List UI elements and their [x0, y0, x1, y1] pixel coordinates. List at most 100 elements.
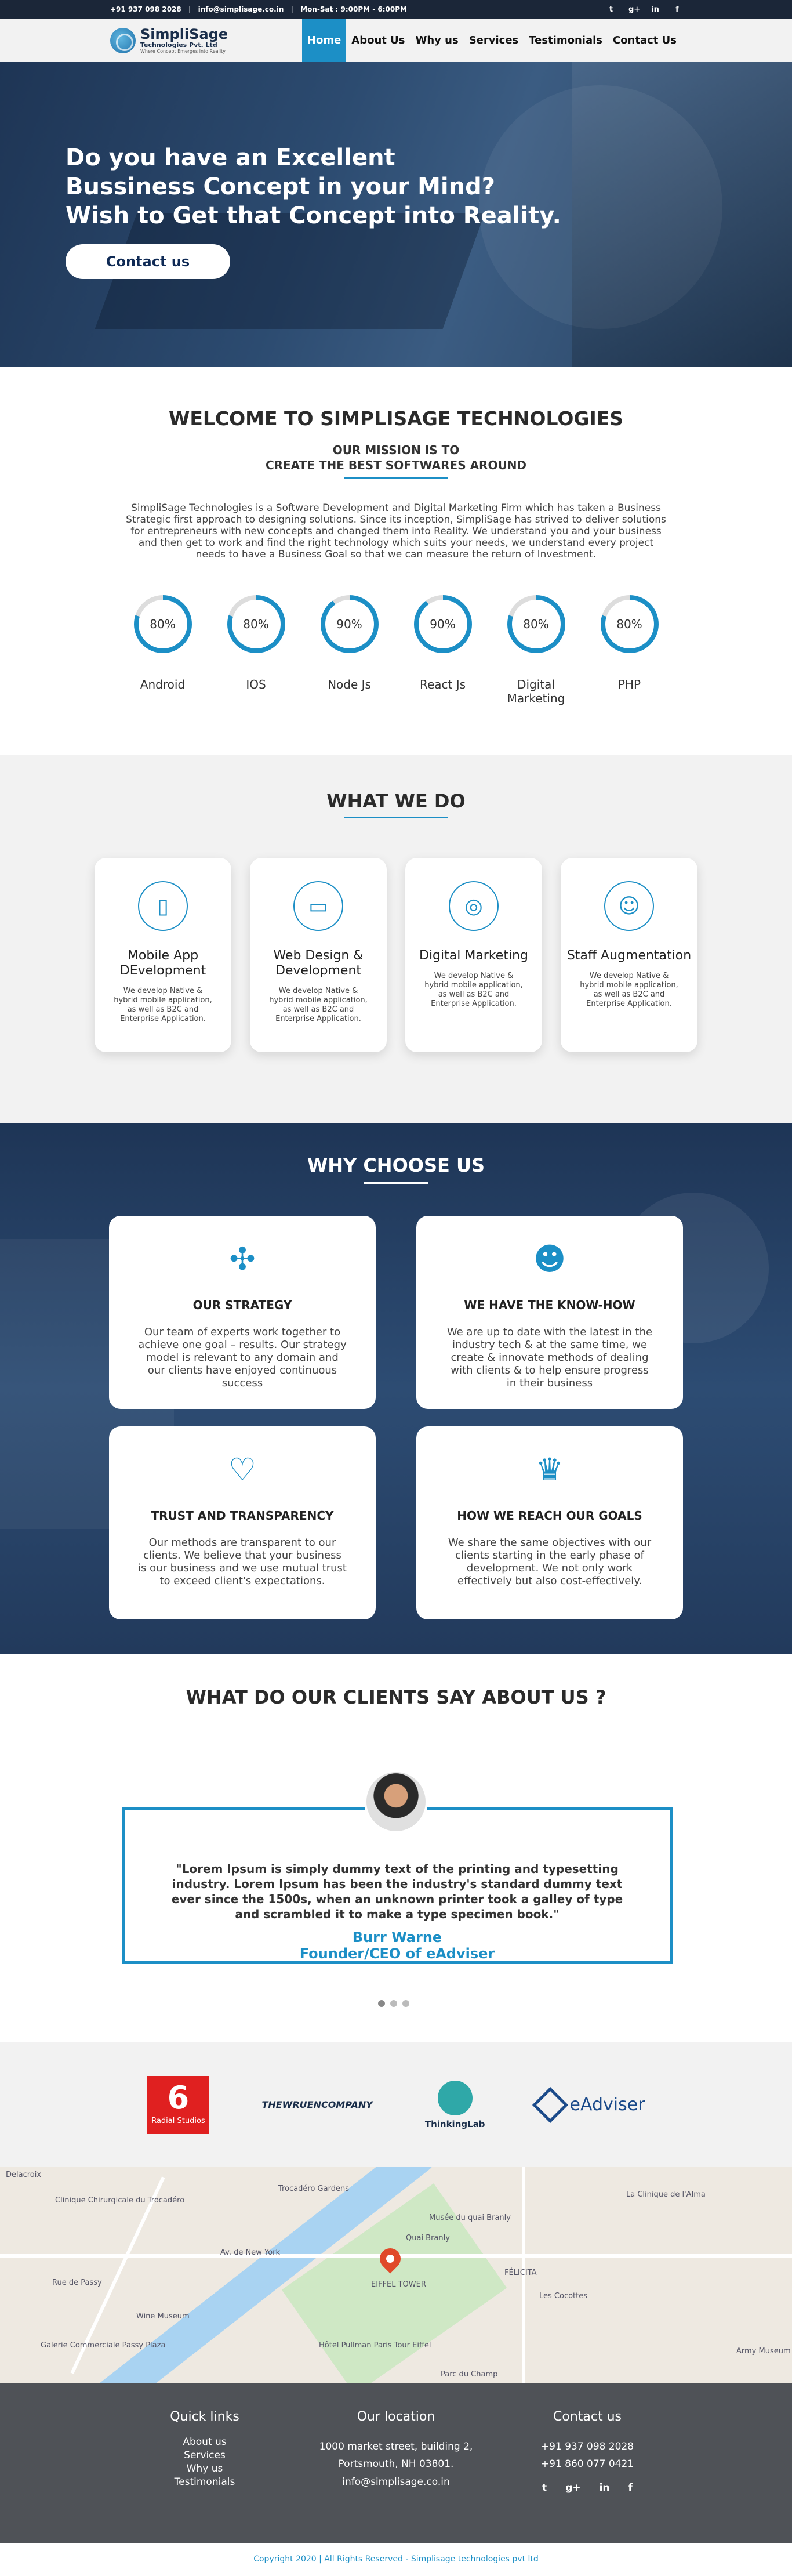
puzzle-icon: ✣: [229, 1241, 256, 1277]
map-label: Rue de Passy: [52, 2278, 102, 2287]
why-grid: ✣ OUR STRATEGY Our team of experts work …: [109, 1216, 683, 1619]
google-plus-icon[interactable]: g+: [628, 5, 640, 14]
twitter-icon[interactable]: t: [606, 5, 616, 14]
location-map[interactable]: Trocadéro Gardens Musée du quai Branly E…: [0, 2167, 792, 2383]
navbar: SimpliSage Technologies Pvt. Ltd Where C…: [0, 19, 792, 62]
carousel-dot[interactable]: [390, 2000, 397, 2007]
map-label: Quai Branly: [406, 2234, 450, 2242]
facebook-icon[interactable]: f: [673, 5, 682, 14]
service-card[interactable]: ◎ Digital Marketing We develop Native & …: [405, 858, 542, 1052]
map-label: Trocadéro Gardens: [278, 2184, 349, 2193]
testimonials-section: WHAT DO OUR CLIENTS SAY ABOUT US ? "Lore…: [0, 1654, 792, 2042]
about-paragraph: SimpliSage Technologies is a Software De…: [126, 502, 666, 560]
monitor-icon: ▭: [293, 881, 343, 931]
why-title: WHY CHOOSE US: [307, 1154, 485, 1176]
map-label: Clinique Chirurgicale du Trocadéro: [55, 2196, 185, 2205]
progress-ring: 80%: [600, 595, 659, 653]
footer-email[interactable]: info@simplisage.co.in: [300, 2471, 492, 2493]
progress-ring: 90%: [320, 595, 379, 653]
progress-ring: 80%: [133, 595, 192, 653]
carousel-dot[interactable]: [402, 2000, 409, 2007]
section-underline: [364, 1182, 428, 1184]
service-cards: ▯ Mobile App DEvelopment We develop Nati…: [0, 858, 792, 1052]
testimonial-author: Burr Warne Founder/CEO of eAdviser: [299, 1929, 495, 1962]
contact-us: Contact us +91 937 098 2028 +91 860 077 …: [492, 2410, 683, 2543]
partner-eadviser: eAdviser: [532, 2086, 645, 2123]
map-label: Parc du Champ: [441, 2370, 498, 2379]
phone-text[interactable]: +91 937 098 2028: [110, 5, 181, 13]
why-card: ♛ HOW WE REACH OUR GOALS We share the sa…: [416, 1426, 683, 1619]
divider: |: [188, 5, 191, 13]
partner-wruen-company: THEWRUENCOMPANY: [261, 2099, 373, 2110]
map-label: Av. de New York: [220, 2248, 280, 2257]
email-text[interactable]: info@simplisage.co.in: [198, 5, 284, 13]
trophy-icon: ♛: [535, 1451, 564, 1488]
thinkinglab-logo-icon: [437, 2080, 473, 2115]
map-label: EIFFEL TOWER: [371, 2280, 426, 2289]
skill-ios: 80% IOS: [227, 595, 285, 705]
map-label: Les Cocottes: [539, 2292, 588, 2300]
footer-phone[interactable]: +91 860 077 0421: [492, 2458, 683, 2471]
footer-link-about[interactable]: About us: [109, 2436, 300, 2449]
map-label: La Clinique de l'Alma: [626, 2190, 706, 2199]
footer-link-why-us[interactable]: Why us: [109, 2462, 300, 2476]
brand-name: SimpliSage: [140, 26, 228, 42]
services-title: WHAT WE DO: [326, 790, 466, 812]
section-underline: [344, 817, 448, 818]
logo-icon: [110, 27, 136, 53]
main-menu: Home About Us Why us Services Testimonia…: [301, 19, 682, 62]
brand-subtitle: Technologies Pvt. Ltd: [140, 41, 217, 49]
map-label: Galerie Commerciale Passy Plaza: [41, 2341, 166, 2350]
mobile-icon: ▯: [138, 881, 188, 931]
progress-ring: 80%: [227, 595, 285, 653]
service-card[interactable]: ▯ Mobile App DEvelopment We develop Nati…: [95, 858, 231, 1052]
map-label: Army Museum: [736, 2347, 791, 2356]
map-label: FÉLICITA: [504, 2269, 537, 2277]
partners-strip: Radial Studios THEWRUENCOMPANY ThinkingL…: [0, 2042, 792, 2167]
team-icon: ☺: [604, 881, 654, 931]
why-card: ✣ OUR STRATEGY Our team of experts work …: [109, 1216, 376, 1409]
copyright: Copyright 2020 | All Rights Reserved - S…: [253, 2555, 539, 2564]
contact-us-button[interactable]: Contact us: [66, 244, 230, 279]
google-plus-icon[interactable]: g+: [565, 2481, 580, 2495]
brand-tagline: Where Concept Emerges into Reality: [140, 48, 226, 54]
partner-thinkinglab: ThinkingLab: [425, 2080, 485, 2129]
map-label: Wine Museum: [136, 2312, 190, 2321]
nav-home[interactable]: Home: [301, 19, 347, 62]
section-underline: [344, 477, 448, 479]
skill-reactjs: 90% React Js: [413, 595, 472, 705]
map-label: Musée du quai Branly: [429, 2213, 511, 2222]
top-bar: +91 937 098 2028 | info@simplisage.co.in…: [0, 0, 792, 19]
social-links: t g+ in f: [606, 5, 682, 14]
nav-about[interactable]: About Us: [346, 19, 410, 62]
divider: |: [290, 5, 293, 13]
skill-nodejs: 90% Node Js: [320, 595, 379, 705]
contact-strip: +91 937 098 2028 | info@simplisage.co.in…: [110, 5, 407, 13]
carousel-dots: [378, 2000, 409, 2007]
footer-link-testimonials[interactable]: Testimonials: [109, 2476, 300, 2489]
footer-link-services[interactable]: Services: [109, 2449, 300, 2462]
carousel-dot[interactable]: [378, 2000, 385, 2007]
nav-services[interactable]: Services: [464, 19, 524, 62]
progress-ring: 80%: [507, 595, 565, 653]
quick-links: Quick links About us Services Why us Tes…: [109, 2410, 300, 2543]
mission-text: OUR MISSION IS TO CREATE THE BEST SOFTWA…: [265, 443, 527, 472]
map-label: Delacroix: [6, 2171, 42, 2179]
footer-phone[interactable]: +91 937 098 2028: [492, 2436, 683, 2458]
service-card[interactable]: ☺ Staff Augmentation We develop Native &…: [561, 858, 697, 1052]
nav-testimonials[interactable]: Testimonials: [524, 19, 608, 62]
linkedin-icon[interactable]: in: [600, 2481, 610, 2495]
skill-php: 80% PHP: [600, 595, 659, 705]
skill-android: 80% Android: [133, 595, 192, 705]
skill-digital-marketing: 80% Digital Marketing: [507, 595, 565, 705]
map-label: Hôtel Pullman Paris Tour Eiffel: [319, 2341, 431, 2350]
linkedin-icon[interactable]: in: [651, 5, 660, 14]
hero-heading: Do you have an Excellent Bussiness Conce…: [66, 144, 561, 229]
facebook-icon[interactable]: f: [628, 2481, 633, 2495]
service-card[interactable]: ▭ Web Design & Development We develop Na…: [250, 858, 387, 1052]
welcome-title: WELCOME TO SIMPLISAGE TECHNOLOGIES: [168, 407, 624, 430]
twitter-icon[interactable]: t: [542, 2481, 547, 2495]
nav-why-us[interactable]: Why us: [410, 19, 464, 62]
logo[interactable]: SimpliSage Technologies Pvt. Ltd Where C…: [110, 27, 228, 54]
nav-contact[interactable]: Contact Us: [608, 19, 682, 62]
